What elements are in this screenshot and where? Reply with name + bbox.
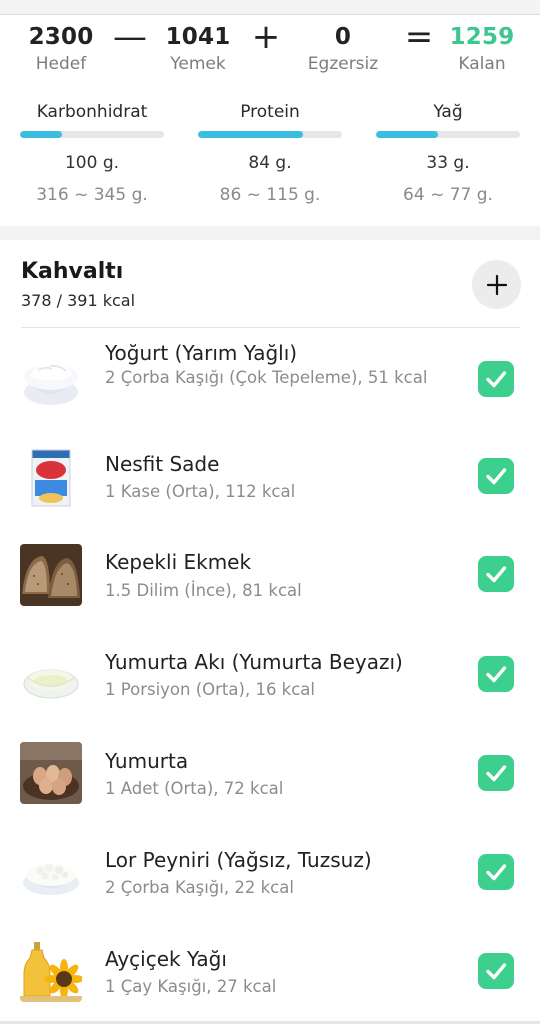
food-item-sunflower-oil[interactable]: Ayçiçek Yağı 1 Çay Kaşığı, 27 kcal — [0, 940, 540, 1033]
macro-carbs-bar-fill — [20, 131, 62, 138]
food-name: Yumurta — [105, 749, 189, 773]
food-block: 1041 Yemek — [138, 22, 258, 75]
exercise-block: 0 Egzersiz — [283, 22, 403, 75]
food-item-cottage-cheese[interactable]: Lor Peyniri (Yağsız, Tuzsuz) 2 Çorba Kaş… — [0, 841, 540, 934]
section-divider — [0, 226, 540, 240]
egg-white-image — [20, 644, 82, 706]
food-value: 1041 — [165, 24, 231, 50]
macro-fat-bar — [376, 131, 520, 138]
cottage-cheese-image — [20, 841, 82, 903]
check-icon[interactable] — [478, 854, 514, 890]
food-item-yogurt[interactable]: Yoğurt (Yarım Yağlı) 2 Çorba Kaşığı (Çok… — [0, 335, 540, 425]
food-desc: 1 Kase (Orta), 112 kcal — [105, 482, 296, 501]
food-name: Kepekli Ekmek — [105, 550, 252, 574]
calorie-summary: 2300 Hedef — 1041 Yemek + 0 Egzersiz = 1… — [0, 17, 540, 82]
goal-label: Hedef — [35, 54, 87, 74]
macro-protein-range: 86 ~ 115 g. — [219, 185, 321, 205]
macro-fat: Yağ 33 g. 64 ~ 77 g. — [375, 101, 521, 206]
food-name: Ayçiçek Yağı — [105, 947, 227, 971]
food-item-egg-white[interactable]: Yumurta Akı (Yumurta Beyazı) 1 Porsiyon … — [0, 644, 540, 736]
sunflower-oil-image — [20, 940, 82, 1002]
remaining-block: 1259 Kalan — [422, 22, 540, 75]
macro-carbs-bar — [20, 131, 164, 138]
top-edge — [0, 0, 540, 15]
macro-protein-bar-fill — [198, 131, 304, 138]
macro-protein: Protein 84 g. 86 ~ 115 g. — [197, 101, 343, 206]
exercise-value: 0 — [334, 24, 352, 50]
meal-separator — [21, 327, 520, 328]
food-name: Lor Peyniri (Yağsız, Tuzsuz) — [105, 848, 372, 872]
food-desc: 1 Çay Kaşığı, 27 kcal — [105, 977, 277, 996]
check-icon[interactable] — [478, 361, 514, 397]
macro-protein-value: 84 g. — [248, 153, 292, 173]
goal-block: 2300 Hedef — [1, 22, 121, 75]
macro-fat-value: 33 g. — [426, 153, 470, 173]
food-item-egg[interactable]: Yumurta 1 Adet (Orta), 72 kcal — [0, 742, 540, 835]
plus-icon — [486, 274, 507, 295]
remaining-value: 1259 — [449, 24, 515, 50]
macro-fat-name: Yağ — [433, 102, 463, 122]
food-label: Yemek — [170, 54, 226, 74]
check-icon[interactable] — [478, 556, 514, 592]
food-desc: 1 Adet (Orta), 72 kcal — [105, 779, 284, 798]
food-desc: 2 Çorba Kaşığı (Çok Tepeleme), 51 kcal — [105, 368, 428, 387]
eggs-image — [20, 742, 82, 804]
macro-carbs-value: 100 g. — [64, 153, 120, 173]
food-item-bread[interactable]: Kepekli Ekmek 1.5 Dilim (İnce), 81 kcal — [0, 544, 540, 636]
plus-sign: + — [251, 17, 281, 57]
check-icon[interactable] — [478, 656, 514, 692]
food-name: Nesfit Sade — [105, 452, 220, 476]
food-desc: 1 Porsiyon (Orta), 16 kcal — [105, 680, 316, 699]
yogurt-image — [20, 348, 82, 410]
remaining-label: Kalan — [458, 54, 506, 74]
cereal-box-image — [20, 448, 82, 510]
exercise-label: Egzersiz — [307, 54, 379, 74]
macro-carbs-name: Karbonhidrat — [36, 102, 148, 122]
check-icon[interactable] — [478, 755, 514, 791]
food-name: Yoğurt (Yarım Yağlı) — [105, 341, 298, 365]
macro-protein-bar — [198, 131, 342, 138]
add-food-button[interactable] — [472, 260, 521, 309]
food-desc: 1.5 Dilim (İnce), 81 kcal — [105, 581, 302, 600]
bread-image — [20, 544, 82, 606]
macro-carbs-range: 316 ~ 345 g. — [36, 185, 148, 205]
check-icon[interactable] — [478, 953, 514, 989]
food-desc: 2 Çorba Kaşığı, 22 kcal — [105, 878, 294, 897]
macro-fat-bar-fill — [376, 131, 438, 138]
meal-title: Kahvaltı — [21, 259, 124, 284]
macro-carbs: Karbonhidrat 100 g. 316 ~ 345 g. — [19, 101, 165, 206]
meal-kcal: 378 / 391 kcal — [21, 291, 136, 310]
check-icon[interactable] — [478, 458, 514, 494]
goal-value: 2300 — [28, 24, 94, 50]
macro-fat-range: 64 ~ 77 g. — [403, 185, 493, 205]
food-name: Yumurta Akı (Yumurta Beyazı) — [105, 650, 403, 674]
macro-protein-name: Protein — [240, 102, 300, 122]
food-item-nesfit[interactable]: Nesfit Sade 1 Kase (Orta), 112 kcal — [0, 448, 540, 538]
